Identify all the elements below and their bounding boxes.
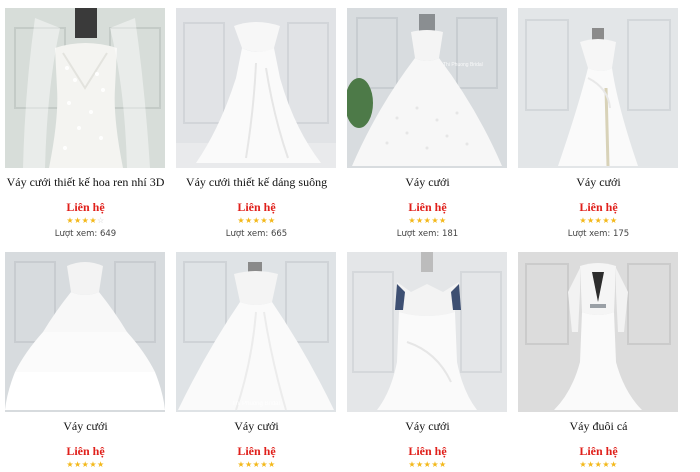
star-filled-icon: ★ [268, 216, 276, 225]
view-count-value: 649 [99, 229, 117, 239]
star-filled-icon: ★ [97, 460, 105, 469]
product-title[interactable]: Váy cưới [0, 419, 171, 434]
star-filled-icon: ★ [260, 460, 268, 469]
view-count-value: 665 [270, 229, 288, 239]
rating-stars: ★★★★★ [171, 460, 342, 470]
star-filled-icon: ★ [431, 460, 439, 469]
star-filled-icon: ★ [439, 216, 447, 225]
product-price: Liên hệ [579, 444, 618, 458]
rating-stars: ★★★★★ [513, 216, 684, 226]
star-filled-icon: ★ [602, 460, 610, 469]
rating-stars: ★★★★★ [342, 460, 513, 470]
star-filled-icon: ★ [586, 460, 595, 469]
view-count: Lượt xem: 181 [342, 229, 513, 239]
wedding-dress-lace-veil-icon [5, 8, 165, 168]
star-filled-icon: ★ [237, 460, 245, 469]
rating-stars: ★★★★★ [171, 216, 342, 226]
view-count: Lượt xem: 649 [0, 229, 171, 239]
star-filled-icon: ★ [81, 216, 90, 225]
product-title[interactable]: Váy cưới thiết kế hoa ren nhí 3D [0, 175, 171, 190]
star-filled-icon: ★ [602, 216, 610, 225]
star-filled-icon: ★ [73, 460, 82, 469]
view-count-label: Lượt xem: [396, 229, 440, 239]
product-price: Liên hệ [237, 444, 276, 458]
rating-stars: ★★★★☆ [0, 216, 171, 226]
star-filled-icon: ★ [439, 460, 447, 469]
star-filled-icon: ★ [89, 460, 97, 469]
rating-stars: ★★★★★ [513, 460, 684, 470]
view-count-value: 181 [441, 229, 459, 239]
view-count: Lượt xem: 175 [513, 229, 684, 239]
watermark-text: Thi Phuong Bridal [117, 383, 157, 389]
star-filled-icon: ★ [81, 460, 90, 469]
wedding-dress-strapless-mermaid-icon [347, 252, 507, 412]
star-filled-icon: ★ [594, 460, 603, 469]
star-filled-icon: ★ [408, 460, 416, 469]
wedding-dress-ballgown-icon: Thi Phuong Bridal [347, 8, 507, 168]
star-filled-icon: ★ [66, 460, 74, 469]
product-grid: Váy cưới thiết kế hoa ren nhí 3D Liên hệ… [0, 0, 700, 472]
star-filled-icon: ★ [579, 460, 587, 469]
star-empty-icon: ☆ [97, 216, 105, 225]
star-filled-icon: ★ [73, 216, 82, 225]
wedding-dress-draped-slit-icon [518, 8, 678, 168]
product-image[interactable] [347, 252, 507, 412]
product-price: Liên hệ [66, 200, 105, 214]
product-title[interactable]: Váy cưới [342, 175, 513, 190]
product-title[interactable]: Váy cưới thiết kế dáng suông [171, 175, 342, 190]
star-filled-icon: ★ [431, 216, 439, 225]
star-filled-icon: ★ [408, 216, 416, 225]
product-price: Liên hệ [66, 444, 105, 458]
product-price: Liên hệ [237, 200, 276, 214]
product-image[interactable] [176, 8, 336, 168]
star-filled-icon: ★ [423, 216, 432, 225]
star-filled-icon: ★ [415, 216, 424, 225]
star-filled-icon: ★ [594, 216, 603, 225]
star-filled-icon: ★ [260, 216, 268, 225]
wedding-dress-longsleeve-mermaid-icon [518, 252, 678, 412]
product-title[interactable]: Váy cưới [513, 175, 684, 190]
product-title[interactable]: Váy đuôi cá [513, 419, 684, 434]
product-image[interactable] [518, 252, 678, 412]
star-filled-icon: ★ [252, 460, 261, 469]
rating-stars: ★★★★★ [342, 216, 513, 226]
view-count: Lượt xem: 665 [171, 229, 342, 239]
watermark-text: Thi Phuong Bridal [232, 401, 280, 407]
product-price: Liên hệ [579, 200, 618, 214]
star-filled-icon: ★ [415, 460, 424, 469]
product-image[interactable] [5, 8, 165, 168]
star-filled-icon: ★ [610, 216, 618, 225]
star-filled-icon: ★ [244, 216, 253, 225]
svg-text:Thi Phuong Bridal: Thi Phuong Bridal [443, 62, 483, 68]
wedding-dress-offshoulder-ballgown-icon: Thi Phuong Bridal [176, 252, 336, 412]
product-image[interactable]: Thi Phuong Bridal [347, 8, 507, 168]
star-filled-icon: ★ [423, 460, 432, 469]
star-filled-icon: ★ [66, 216, 74, 225]
star-filled-icon: ★ [252, 216, 261, 225]
view-count-label: Lượt xem: [225, 229, 269, 239]
star-filled-icon: ★ [244, 460, 253, 469]
star-filled-icon: ★ [237, 216, 245, 225]
product-price: Liên hệ [408, 200, 447, 214]
star-filled-icon: ★ [579, 216, 587, 225]
product-image[interactable]: Thi Phuong Bridal [176, 252, 336, 412]
rating-stars: ★★★★★ [0, 460, 171, 470]
product-image[interactable]: Thi Phuong Bridal [5, 252, 165, 412]
wedding-dress-tiered-tulle-icon: Thi Phuong Bridal [5, 252, 165, 412]
star-filled-icon: ★ [610, 460, 618, 469]
star-filled-icon: ★ [268, 460, 276, 469]
product-price: Liên hệ [408, 444, 447, 458]
product-title[interactable]: Váy cưới [342, 419, 513, 434]
star-filled-icon: ★ [89, 216, 97, 225]
product-image[interactable] [518, 8, 678, 168]
view-count-label: Lượt xem: [54, 229, 98, 239]
product-title[interactable]: Váy cưới [171, 419, 342, 434]
view-count-label: Lượt xem: [567, 229, 611, 239]
star-filled-icon: ★ [586, 216, 595, 225]
wedding-dress-satin-aline-icon [176, 8, 336, 168]
view-count-value: 175 [612, 229, 630, 239]
